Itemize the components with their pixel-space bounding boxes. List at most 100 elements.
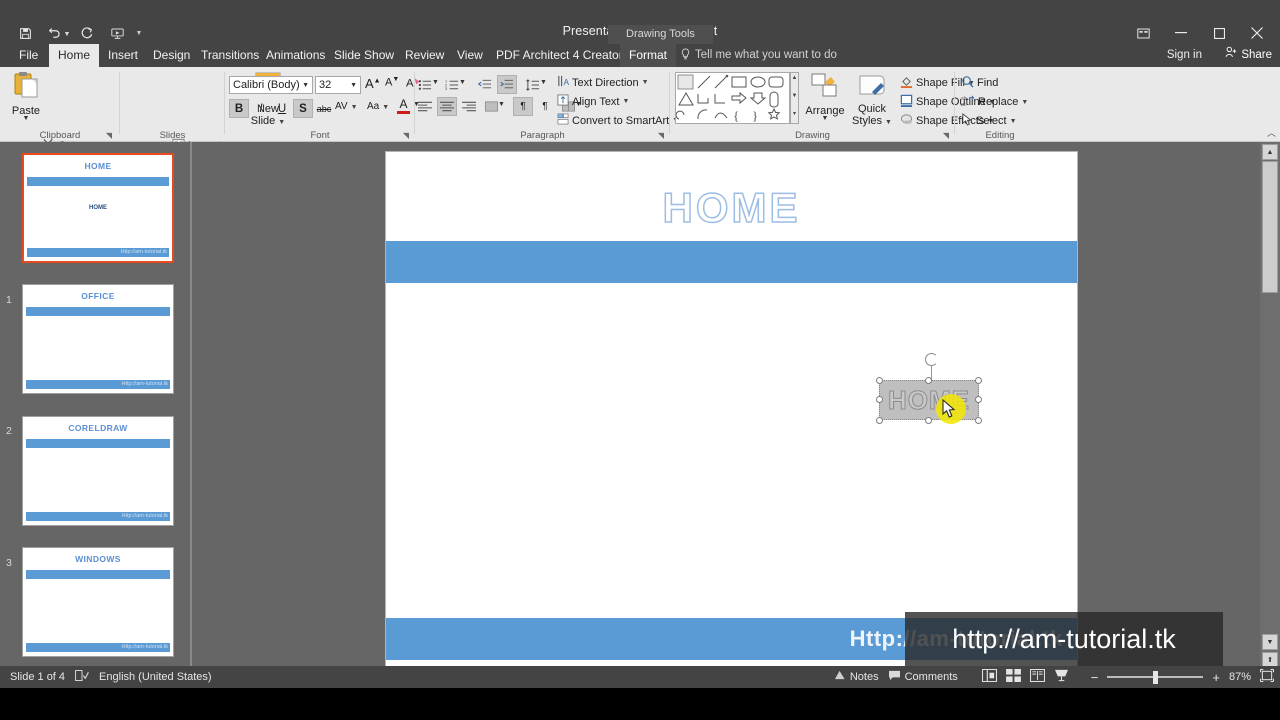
decrease-font-size-button[interactable]: A▼	[385, 76, 399, 89]
notes-button[interactable]: Notes	[834, 670, 879, 684]
language-indicator[interactable]: English (United States)	[99, 671, 212, 683]
select-caret-icon[interactable]: ▼	[1010, 118, 1017, 125]
font-family-caret-icon[interactable]: ▼	[302, 82, 309, 89]
increase-indent-button[interactable]	[497, 75, 517, 94]
shapes-scroll-down-icon[interactable]: ▼	[791, 93, 798, 99]
comments-button[interactable]: Comments	[888, 670, 958, 684]
scroll-up-button[interactable]: ▲	[1262, 144, 1278, 160]
slide-sorter-button[interactable]	[1005, 669, 1021, 685]
fit-slide-to-window-button[interactable]	[1259, 668, 1275, 685]
resize-handle-bottom-left[interactable]	[876, 417, 883, 424]
bold-button[interactable]: B	[229, 99, 249, 118]
thumbnail-frame-2[interactable]: OFFICE Http://am-tutorial.tk	[22, 284, 174, 394]
ribbon-display-options-icon[interactable]	[1124, 22, 1162, 44]
slide-thumbnail-2[interactable]: OFFICE Http://am-tutorial.tk	[22, 284, 174, 394]
quick-styles-button[interactable]: Quick Styles ▼	[850, 72, 894, 129]
tab-insert[interactable]: Insert	[99, 44, 147, 67]
increase-font-size-button[interactable]: A▲	[365, 76, 381, 91]
tab-slide-show[interactable]: Slide Show	[325, 44, 403, 67]
align-right-button[interactable]	[459, 97, 479, 116]
convert-to-smartart-button[interactable]: Convert to SmartArt ▼	[557, 113, 679, 128]
shapes-gallery-scroll[interactable]: ▲ ▼ ▾	[790, 72, 799, 124]
tab-home[interactable]: Home	[49, 44, 100, 67]
shapes-more-icon[interactable]: ▾	[791, 110, 798, 117]
resize-handle-bottom-center[interactable]	[925, 417, 932, 424]
thumbnail-frame-1[interactable]: HOME HOME Http://am-tutorial.tk	[22, 153, 174, 263]
scroll-thumb[interactable]	[1262, 161, 1278, 293]
current-slide[interactable]: HOME Http://am-tutorial.tk HOME	[385, 151, 1078, 671]
slides-thumbnail-panel[interactable]: 1 HOME HOME Http://am-tutorial.tk 2 OFFI…	[0, 142, 192, 688]
paragraph-dialog-launcher[interactable]: ◥	[658, 131, 664, 140]
collapse-ribbon-icon[interactable]: ︿	[1267, 126, 1276, 139]
change-case-button[interactable]: Aa ▼	[367, 101, 389, 112]
resize-handle-middle-right[interactable]	[975, 396, 982, 403]
slide-title[interactable]: HOME	[386, 183, 1077, 232]
minimize-button[interactable]	[1162, 22, 1200, 44]
resize-handle-top-left[interactable]	[876, 377, 883, 384]
line-spacing-caret-icon[interactable]: ▼	[540, 79, 547, 86]
tell-me-box[interactable]: Tell me what you want to do	[680, 44, 837, 67]
slide-thumbnail-1[interactable]: HOME HOME Http://am-tutorial.tk	[22, 153, 174, 263]
text-direction-caret-icon[interactable]: ▼	[642, 79, 649, 86]
numbering-caret-icon[interactable]: ▼	[459, 79, 466, 86]
select-button[interactable]: Select ▼	[961, 113, 1017, 129]
font-size-input[interactable]: 32 ▼	[315, 76, 361, 94]
zoom-slider-handle[interactable]	[1153, 670, 1159, 684]
shapes-scroll-up-icon[interactable]: ▲	[791, 75, 798, 81]
bullets-caret-icon[interactable]: ▼	[432, 79, 439, 86]
italic-button[interactable]: I	[251, 99, 271, 118]
find-button[interactable]: Find	[961, 75, 998, 91]
text-direction-button[interactable]: A Text Direction ▼	[557, 75, 649, 90]
slide-counter[interactable]: Slide 1 of 4	[10, 671, 65, 683]
rotate-handle[interactable]	[925, 353, 938, 366]
accessibility-checker-icon[interactable]	[75, 670, 89, 684]
font-family-input[interactable]: Calibri (Body) ▼	[229, 76, 313, 94]
zoom-out-button[interactable]: −	[1091, 670, 1099, 685]
resize-handle-middle-left[interactable]	[876, 396, 883, 403]
tab-format[interactable]: Format	[620, 44, 677, 67]
drawing-dialog-launcher[interactable]: ◥	[943, 131, 949, 140]
text-direction-rtl-button[interactable]: ¶	[513, 97, 533, 116]
share-button[interactable]: Share	[1225, 44, 1272, 67]
zoom-slider[interactable]	[1107, 666, 1204, 688]
tab-review[interactable]: Review	[396, 44, 453, 67]
strikethrough-button[interactable]: abc	[314, 99, 334, 118]
zoom-in-button[interactable]: +	[1212, 670, 1220, 685]
quick-styles-caret-icon[interactable]: ▼	[885, 119, 892, 126]
paste-button[interactable]: Paste ▼	[6, 71, 46, 122]
columns-caret-icon[interactable]: ▼	[498, 101, 505, 108]
thumbnail-frame-4[interactable]: WINDOWS Http://am-tutorial.tk	[22, 547, 174, 657]
sign-in-button[interactable]: Sign in	[1167, 44, 1202, 67]
align-text-button[interactable]: Align Text ▼	[557, 94, 629, 109]
font-size-caret-icon[interactable]: ▼	[350, 82, 357, 89]
zoom-level-label[interactable]: 87%	[1229, 671, 1251, 683]
tab-animations[interactable]: Animations	[257, 44, 334, 67]
align-left-button[interactable]	[415, 97, 435, 116]
resize-handle-top-right[interactable]	[975, 377, 982, 384]
close-button[interactable]	[1238, 22, 1276, 44]
tab-pdf-architect-4-creator[interactable]: PDF Architect 4 Creator	[487, 44, 632, 67]
character-spacing-caret-icon[interactable]: ▼	[351, 104, 358, 111]
slideshow-button[interactable]	[1054, 669, 1069, 685]
font-color-button[interactable]: A	[397, 98, 410, 114]
align-center-button[interactable]	[437, 97, 457, 116]
tab-view[interactable]: View	[448, 44, 492, 67]
replace-button[interactable]: ab ac Replace ▼	[961, 94, 1028, 110]
tab-file[interactable]: File	[10, 44, 47, 67]
character-spacing-button[interactable]: AV ▼	[335, 101, 358, 112]
arrange-button[interactable]: Arrange ▼	[804, 72, 846, 122]
slide-thumbnail-3[interactable]: CORELDRAW Http://am-tutorial.tk	[22, 416, 174, 526]
decrease-indent-button[interactable]	[475, 75, 495, 94]
font-dialog-launcher[interactable]: ◥	[403, 131, 409, 140]
thumbnail-frame-3[interactable]: CORELDRAW Http://am-tutorial.tk	[22, 416, 174, 526]
underline-button[interactable]: U	[272, 99, 292, 118]
vertical-scrollbar[interactable]: ▲ ▼ ⬆ ⬇	[1260, 142, 1280, 688]
text-direction-ltr-button[interactable]: ¶	[535, 97, 555, 116]
scroll-down-button[interactable]: ▼	[1262, 634, 1278, 650]
reading-view-button[interactable]	[1029, 668, 1045, 685]
normal-view-button[interactable]	[981, 668, 997, 685]
resize-handle-top-center[interactable]	[925, 377, 932, 384]
text-shadow-button[interactable]: S	[293, 99, 313, 118]
change-case-caret-icon[interactable]: ▼	[382, 104, 389, 111]
clipboard-dialog-launcher[interactable]: ◥	[106, 131, 112, 140]
